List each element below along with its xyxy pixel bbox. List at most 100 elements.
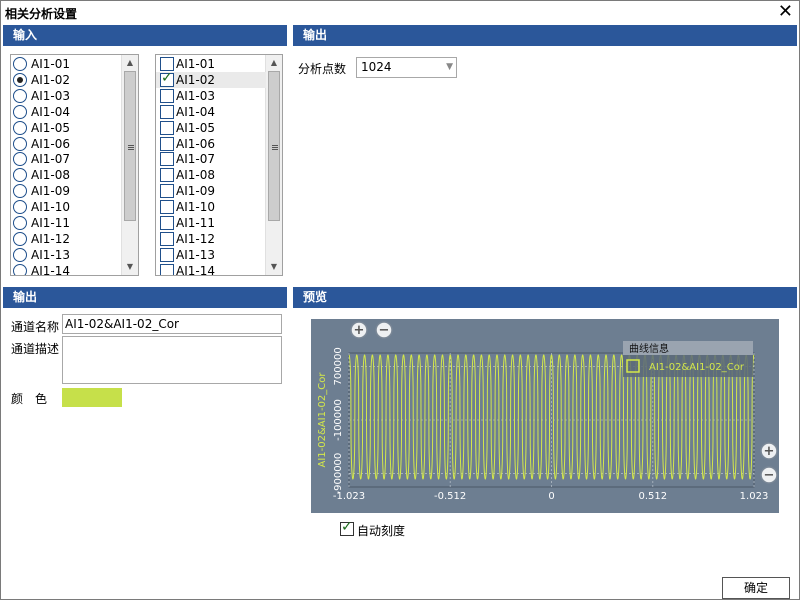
radio-list-item[interactable]: AI1-14	[11, 263, 121, 275]
radio-list-label: AI1-11	[31, 216, 70, 230]
check-list-item[interactable]: AI1-03	[156, 88, 266, 104]
check-list-item[interactable]: AI1-06	[156, 136, 266, 152]
checkbox[interactable]	[160, 120, 174, 135]
radio-button[interactable]	[13, 72, 27, 87]
check-list-scrollbar[interactable]: ▲ ▼	[265, 55, 282, 275]
x-tick-label: -0.512	[434, 491, 466, 502]
checkbox[interactable]	[160, 57, 174, 71]
checkbox[interactable]	[160, 216, 174, 230]
radio-list-item[interactable]: AI1-10	[11, 199, 121, 215]
radio-button[interactable]	[13, 231, 27, 246]
radio-list-item[interactable]: AI1-01	[11, 56, 121, 72]
x-zoom-out-icon-glyph: −	[379, 323, 390, 338]
y-tick-label: -100000	[333, 399, 344, 441]
scroll-grip	[128, 145, 134, 146]
radio-list-item[interactable]: AI1-05	[11, 120, 121, 136]
radio-list-item[interactable]: AI1-02	[11, 72, 121, 88]
radio-list-item[interactable]: AI1-08	[11, 167, 121, 183]
check-list-label: AI1-10	[176, 200, 215, 215]
radio-list-label: AI1-01	[31, 57, 70, 71]
radio-list-item[interactable]: AI1-11	[11, 215, 121, 231]
radio-button[interactable]	[13, 120, 27, 135]
radio-button[interactable]	[13, 136, 27, 151]
radio-list-item[interactable]: AI1-04	[11, 104, 121, 120]
checkbox[interactable]	[160, 152, 174, 167]
scroll-thumb[interactable]	[268, 71, 280, 221]
color-swatch[interactable]	[62, 388, 122, 407]
y-tick-label: -900000	[333, 453, 344, 495]
radio-list-item[interactable]: AI1-03	[11, 88, 121, 104]
scroll-thumb[interactable]	[124, 71, 136, 221]
scroll-up-icon[interactable]: ▲	[266, 56, 282, 70]
scroll-grip	[272, 147, 278, 148]
auto-scale-label: 自动刻度	[357, 524, 406, 538]
checkbox[interactable]	[160, 88, 174, 103]
radio-button[interactable]	[13, 57, 27, 71]
check-list-item[interactable]: AI1-09	[156, 183, 266, 199]
radio-button[interactable]	[13, 263, 27, 275]
check-list-item[interactable]: AI1-07	[156, 151, 266, 167]
radio-list-item[interactable]: AI1-09	[11, 183, 121, 199]
check-list-item[interactable]: AI1-08	[156, 167, 266, 183]
checkbox[interactable]	[160, 231, 174, 246]
check-list-item[interactable]: ✓ AI1-02	[156, 70, 266, 88]
channel-desc-textarea[interactable]	[62, 336, 282, 384]
checkbox[interactable]	[160, 263, 174, 275]
radio-button[interactable]	[13, 247, 27, 262]
window-title: 相关分析设置	[5, 7, 78, 21]
input-section-header: 输入	[3, 25, 287, 46]
scroll-grip	[272, 145, 278, 146]
check-list-label: AI1-12	[176, 231, 215, 246]
check-list-label: AI1-05	[176, 120, 215, 135]
legend-series-label: AI1-02&AI1-02_Cor	[649, 362, 745, 373]
radio-button[interactable]	[13, 152, 27, 167]
x-tick-label: 0	[548, 491, 554, 502]
checkbox[interactable]	[160, 104, 174, 119]
radio-list-item[interactable]: AI1-06	[11, 136, 121, 152]
check-list-item[interactable]: AI1-04	[156, 104, 266, 120]
check-list-item[interactable]: AI1-10	[156, 199, 266, 215]
check-list-item[interactable]: AI1-05	[156, 120, 266, 136]
check-list-label: AI1-03	[176, 88, 215, 103]
radio-button[interactable]	[13, 104, 27, 119]
scroll-down-icon[interactable]: ▼	[266, 260, 282, 274]
scroll-up-icon[interactable]: ▲	[122, 56, 138, 70]
checkbox[interactable]: ✓	[160, 70, 174, 87]
radio-list-item[interactable]: AI1-07	[11, 151, 121, 167]
check-list-item[interactable]: AI1-13	[156, 247, 266, 263]
checkbox[interactable]	[160, 136, 174, 151]
auto-scale-checkbox[interactable]: ✓	[340, 519, 354, 536]
ok-button[interactable]: 确定	[722, 577, 790, 599]
close-icon[interactable]: ✕	[778, 2, 793, 22]
scroll-down-icon[interactable]: ▼	[122, 260, 138, 274]
radio-list-scrollbar[interactable]: ▲ ▼	[121, 55, 138, 275]
chevron-down-icon: ▼	[446, 62, 453, 72]
checkbox[interactable]	[160, 184, 174, 199]
channel-desc-label: 通道描述	[11, 342, 60, 356]
check-list-item[interactable]: AI1-12	[156, 231, 266, 247]
radio-list-label: AI1-03	[31, 88, 70, 103]
y-axis-label: AI1-02&AI1-02_Cor	[317, 372, 328, 468]
preview-chart[interactable]: -1.023 -0.512 0 0.512 1.023 700000 -100000 -900…	[311, 319, 779, 513]
checkbox[interactable]	[160, 168, 174, 183]
checkbox[interactable]	[160, 247, 174, 262]
check-list-label: AI1-08	[176, 168, 215, 183]
radio-list-item[interactable]: AI1-13	[11, 247, 121, 263]
channel-name-input[interactable]: AI1-02&AI1-02_Cor	[62, 314, 282, 334]
analysis-points-select[interactable]: 1024 ▼	[356, 57, 457, 78]
radio-button[interactable]	[13, 168, 27, 183]
input-channel-check-list[interactable]: ▲ ▼ AI1-01 ✓ AI1-02 AI1-03 AI1-04 AI1-05 AI1-0…	[155, 54, 283, 276]
check-list-item[interactable]: AI1-11	[156, 215, 266, 231]
legend-title: 曲线信息	[629, 342, 669, 355]
checkbox[interactable]	[160, 200, 174, 215]
radio-list-label: AI1-07	[31, 152, 70, 167]
check-list-item[interactable]: AI1-14	[156, 263, 266, 275]
radio-button[interactable]	[13, 200, 27, 215]
check-list-label: AI1-09	[176, 184, 215, 199]
radio-button[interactable]	[13, 88, 27, 103]
radio-list-label: AI1-09	[31, 184, 70, 199]
input-channel-radio-list[interactable]: ▲ ▼ AI1-01 AI1-02 AI1-03 AI1-04 AI1-05 AI1-06…	[10, 54, 139, 276]
radio-list-item[interactable]: AI1-12	[11, 231, 121, 247]
radio-button[interactable]	[13, 216, 27, 230]
radio-button[interactable]	[13, 184, 27, 199]
